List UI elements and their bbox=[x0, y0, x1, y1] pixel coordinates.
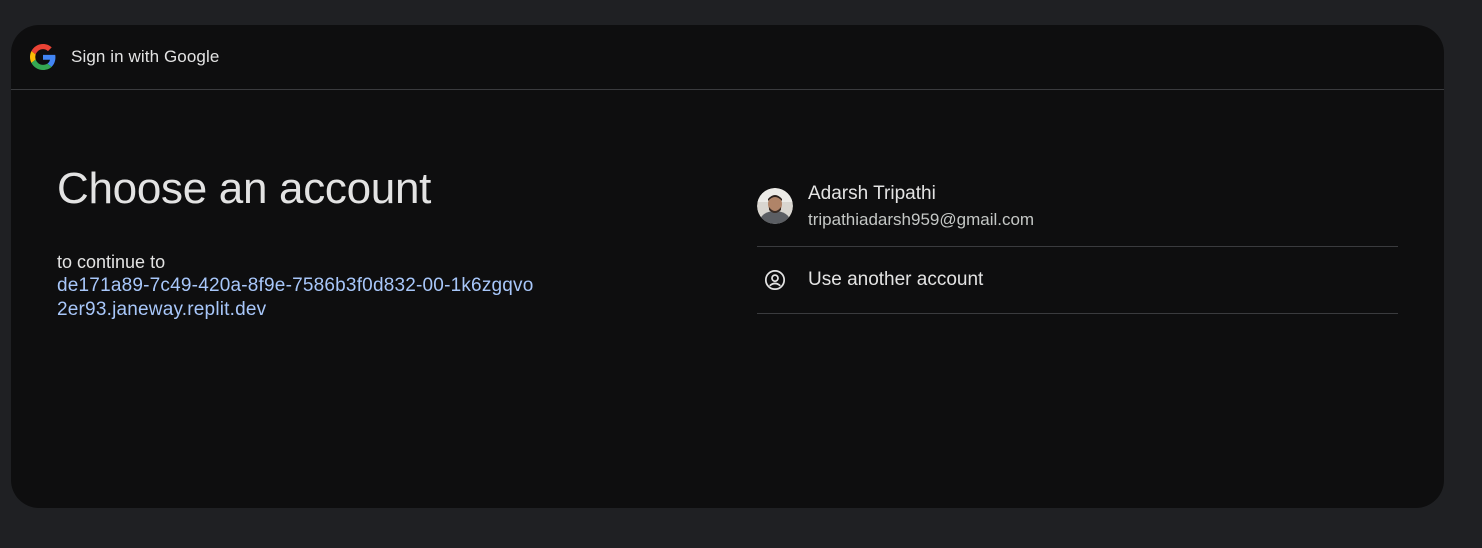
account-text: Adarsh Tripathi tripathiadarsh959@gmail.… bbox=[808, 180, 1034, 231]
left-pane: Choose an account to continue to de171a8… bbox=[57, 163, 657, 322]
sign-in-card: Sign in with Google Choose an account to… bbox=[11, 25, 1444, 508]
use-another-account-button[interactable]: Use another account bbox=[757, 247, 1398, 314]
account-circle-icon bbox=[757, 262, 793, 298]
page-title: Choose an account bbox=[57, 164, 432, 213]
header-title: Sign in with Google bbox=[71, 47, 220, 66]
account-list: Adarsh Tripathi tripathiadarsh959@gmail.… bbox=[757, 165, 1398, 314]
use-another-account-label: Use another account bbox=[808, 269, 984, 290]
account-email: tripathiadarsh959@gmail.com bbox=[808, 210, 1035, 229]
user-photo-avatar bbox=[757, 187, 793, 224]
continue-to-label: to continue to bbox=[57, 252, 166, 272]
google-g-icon bbox=[30, 44, 56, 70]
account-name: Adarsh Tripathi bbox=[808, 183, 936, 204]
card-header: Sign in with Google bbox=[11, 25, 1444, 90]
target-app-link[interactable]: de171a89-7c49-420a-8f9e-7586b3f0d832-00-… bbox=[57, 274, 537, 322]
account-item[interactable]: Adarsh Tripathi tripathiadarsh959@gmail.… bbox=[757, 165, 1398, 247]
